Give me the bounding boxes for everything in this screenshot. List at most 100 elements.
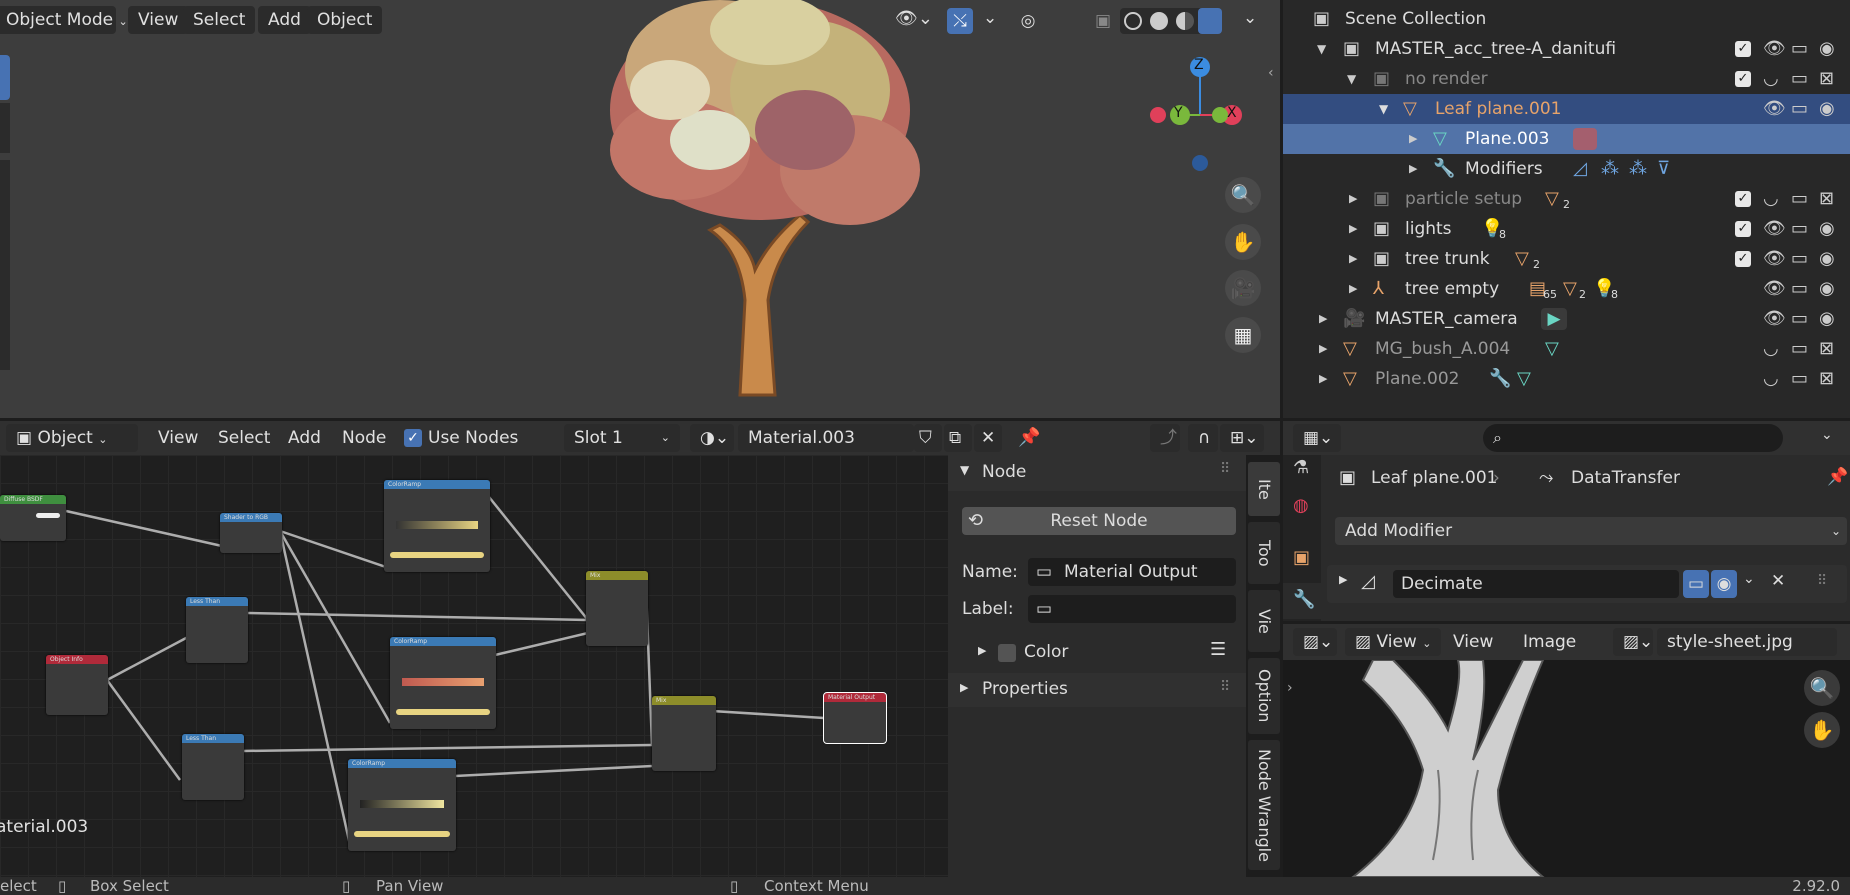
perspective-grid-icon[interactable]: ▦ <box>1225 317 1261 353</box>
outliner-row-tree-trunk[interactable]: ▶ ▣ tree trunk ▽ 2 ✓ 👁 ▭ ◉ <box>1283 244 1850 274</box>
render-camera-icon[interactable]: ◉ <box>1819 94 1835 124</box>
wireframe-shading-icon[interactable] <box>1124 12 1142 30</box>
sidebar-toggle-icon[interactable]: ‹ <box>1268 65 1274 81</box>
render-camera-icon[interactable]: ◉ <box>1819 34 1835 64</box>
outliner-row-mg-bush[interactable]: ▶ ▽ MG_bush_A.004 ▽ ◡ ▭ ⊠ <box>1283 334 1850 364</box>
include-checkbox[interactable]: ✓ <box>1735 71 1751 87</box>
outliner-row-plane-003[interactable]: ▶ ▽ Plane.003 <box>1283 124 1850 154</box>
render-camera-icon[interactable]: ◉ <box>1819 244 1835 274</box>
render-disabled-icon[interactable]: ⊠ <box>1819 64 1834 94</box>
render-camera-icon[interactable]: ◉ <box>1819 274 1835 304</box>
color-ramp-gradient[interactable] <box>396 521 478 529</box>
monitor-icon[interactable]: ▭ <box>1791 94 1808 124</box>
color-checkbox[interactable] <box>998 644 1016 662</box>
pan-hand-icon[interactable]: ✋ <box>1225 224 1261 260</box>
expand-arrow-icon[interactable]: ▶ <box>1409 124 1417 154</box>
drag-handle-icon[interactable]: ⠿ <box>1817 573 1827 589</box>
include-checkbox[interactable]: ✓ <box>1735 221 1751 237</box>
outliner-row-particle-setup[interactable]: ▶ ▣ particle setup ▽ 2 ✓ ◡ ▭ ⊠ <box>1283 184 1850 214</box>
reset-node-button[interactable]: ⟲ Reset Node <box>962 507 1236 535</box>
include-checkbox[interactable]: ✓ <box>1735 251 1751 267</box>
outliner-row-lights[interactable]: ▶ ▣ lights 💡 8 ✓ 👁 ▭ ◉ <box>1283 214 1850 244</box>
material-shading-icon[interactable] <box>1176 12 1194 30</box>
tab-view[interactable]: Vie <box>1248 590 1280 652</box>
editor-type-icon[interactable]: ▨⌄ <box>1293 628 1337 656</box>
monitor-icon[interactable]: ▭ <box>1791 274 1808 304</box>
color-ramp-gradient[interactable] <box>360 800 444 808</box>
modifier-decimate-panel[interactable]: ▶ ◿ Decimate ▭ ◉ ⌄ ✕ ⠿ <box>1327 565 1847 603</box>
node-mix-2[interactable]: Mix <box>652 696 716 771</box>
eye-closed-icon[interactable]: ◡ <box>1763 64 1779 94</box>
use-nodes-checkbox[interactable]: ✓ <box>404 429 422 447</box>
camera-view-icon[interactable]: 🎥 <box>1225 270 1261 306</box>
collapse-arrow-icon[interactable]: ▼ <box>1379 94 1388 124</box>
image-editor-canvas[interactable]: › 🔍 ✋ <box>1283 660 1850 877</box>
list-presets-icon[interactable]: ☰ <box>1210 639 1226 660</box>
eye-icon[interactable]: 👁 <box>1763 34 1786 64</box>
properties-search-input[interactable]: ⌕ <box>1483 424 1783 452</box>
color-subpanel[interactable]: ▶ Color ☰ <box>978 639 1228 667</box>
zoom-icon[interactable]: 🔍 <box>1804 670 1840 706</box>
solid-shading-icon[interactable] <box>1150 12 1168 30</box>
chevron-down-icon[interactable]: ⌄ <box>1243 8 1257 28</box>
navigation-gizmo[interactable] <box>1140 55 1260 175</box>
ramp-color-field[interactable] <box>354 831 450 837</box>
modifier-tab-wrench-icon[interactable]: 🔧 <box>1283 583 1321 619</box>
expand-arrow-icon[interactable]: ▶ <box>1319 364 1327 394</box>
fake-user-shield-icon[interactable]: ⛉ <box>914 424 942 452</box>
node-editor-canvas[interactable]: Diffuse BSDF Shader to RGB ColorRamp Les… <box>0 455 948 877</box>
menu-view[interactable]: View <box>128 6 189 34</box>
shading-buttons[interactable] <box>1120 8 1222 34</box>
outliner-row-modifiers[interactable]: ▶ 🔧 Modifiers ◿ ⁂ ⁂ ⊽ <box>1283 154 1850 184</box>
gizmo-toggle-icon[interactable]: ⤯ <box>947 8 973 34</box>
render-disabled-icon[interactable]: ⊠ <box>1819 184 1834 214</box>
node-less-than-1[interactable]: Less Than <box>186 597 248 663</box>
zoom-icon[interactable]: 🔍 <box>1225 177 1261 213</box>
render-camera-icon[interactable]: ◉ <box>1819 304 1835 334</box>
outliner-row-leaf-plane[interactable]: ▼ ▽ Leaf plane.001 👁 ▭ ◉ <box>1283 94 1850 124</box>
material-name-field[interactable]: Material.003 <box>738 424 914 452</box>
expand-arrow-icon[interactable]: ▶ <box>1409 154 1417 184</box>
tab-node-wrangle[interactable]: Node Wrangle <box>1248 740 1280 870</box>
sidebar-toggle-icon[interactable]: › <box>1287 680 1293 696</box>
outliner-row-no-render[interactable]: ▼ ▣ no render ✓ ◡ ▭ ⊠ <box>1283 64 1850 94</box>
image-browse-icon[interactable]: ▨⌄ <box>1613 628 1653 656</box>
drag-handle-icon[interactable]: ⠿ <box>1220 461 1230 477</box>
eye-icon[interactable]: 👁 <box>1763 244 1786 274</box>
node-name-field[interactable]: ▭ Material Output <box>1028 558 1236 586</box>
slot-select[interactable]: Slot 1 ⌄ <box>564 424 680 452</box>
monitor-icon[interactable]: ▭ <box>1791 364 1808 394</box>
snap-magnet-icon[interactable]: ∩ <box>1188 424 1218 452</box>
tab-item[interactable]: Ite <box>1248 462 1280 516</box>
chevron-down-icon[interactable]: ⌄ <box>983 8 997 28</box>
eye-icon[interactable]: 👁 <box>1763 274 1786 304</box>
collapse-arrow-icon[interactable]: ▼ <box>1347 64 1356 94</box>
collapse-arrow-icon[interactable]: ▼ <box>1317 34 1326 64</box>
modifier-icon[interactable]: ⊽ <box>1657 154 1670 184</box>
menu-image[interactable]: Image <box>1523 628 1576 656</box>
render-disabled-icon[interactable]: ⊠ <box>1819 334 1834 364</box>
toolbar-active-tool[interactable] <box>0 55 10 100</box>
render-camera-icon[interactable]: ◉ <box>1819 214 1835 244</box>
3d-viewport[interactable]: Object Mode ⌄ View Select Add Object 👁⌄ … <box>0 0 1280 418</box>
world-tab-icon[interactable]: ◍ <box>1293 495 1309 516</box>
menu-select[interactable]: Select <box>183 6 256 34</box>
menu-add[interactable]: Add <box>258 6 311 34</box>
decimate-modifier-icon[interactable]: ◿ <box>1573 154 1587 184</box>
material-browse-icon[interactable]: ◑⌄ <box>690 424 734 452</box>
view-mode-select[interactable]: ▨ View ⌄ <box>1345 628 1441 656</box>
monitor-icon[interactable]: ▭ <box>1791 334 1808 364</box>
snap-mode-icon[interactable]: ⊞⌄ <box>1220 424 1264 452</box>
expand-arrow-icon[interactable]: ▶ <box>1319 334 1327 364</box>
include-checkbox[interactable]: ✓ <box>1735 41 1751 57</box>
menu-view[interactable]: View <box>158 424 198 452</box>
eye-closed-icon[interactable]: ◡ <box>1763 364 1779 394</box>
toolbar-tool[interactable] <box>0 103 10 153</box>
scene-tab-icon[interactable]: ⚗ <box>1293 457 1309 478</box>
tab-tool[interactable]: Too <box>1248 522 1280 584</box>
image-name-field[interactable]: style-sheet.jpg <box>1657 628 1837 656</box>
close-icon[interactable]: ✕ <box>1771 571 1785 591</box>
monitor-icon[interactable]: ▭ <box>1791 184 1808 214</box>
render-camera-icon[interactable]: ◉ <box>1711 570 1737 598</box>
rendered-shading-icon[interactable] <box>1198 8 1222 34</box>
